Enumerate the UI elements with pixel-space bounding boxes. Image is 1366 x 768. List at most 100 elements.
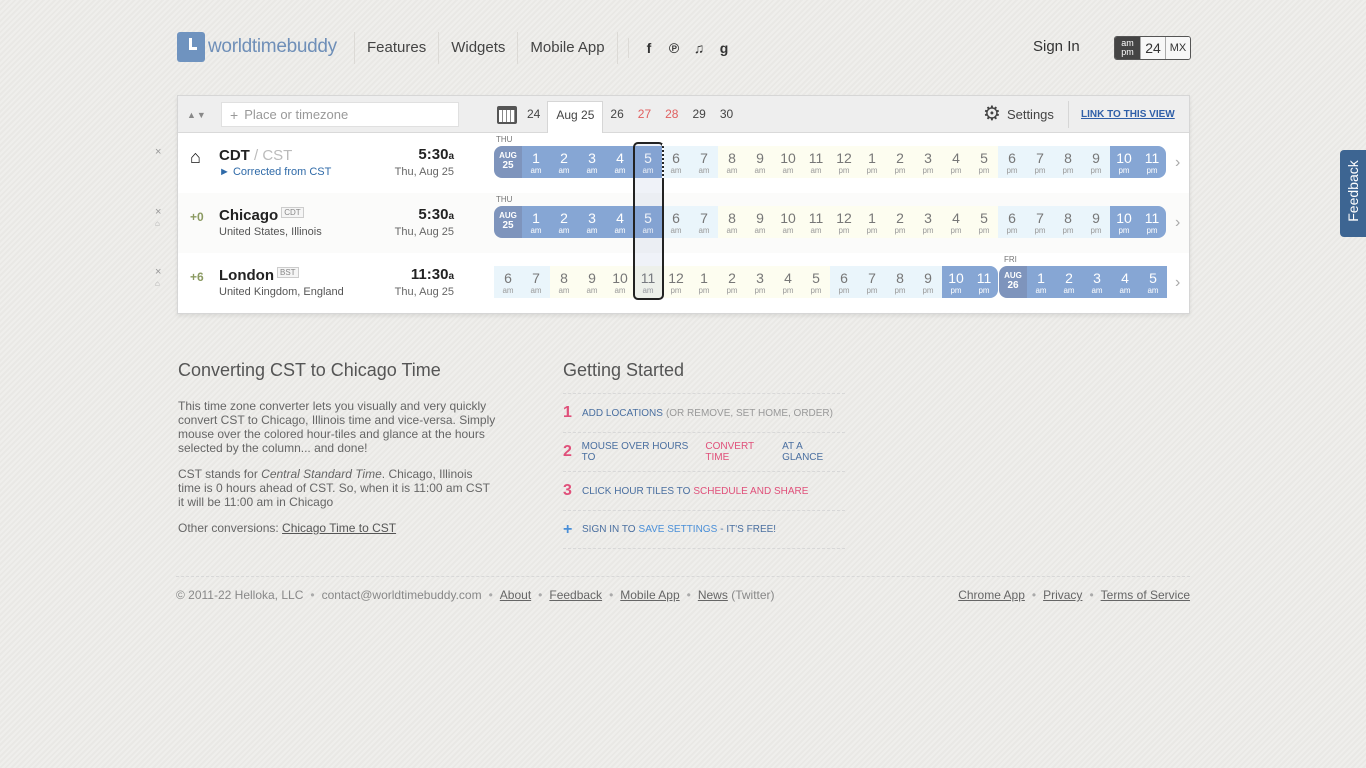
footer-privacy-link[interactable]: Privacy [1043,588,1082,602]
hour-tile[interactable]: 4 pm [942,146,970,178]
sign-in-link[interactable]: Sign In [1033,38,1080,55]
footer-about-link[interactable]: About [500,588,531,602]
step-sign-in[interactable]: + SIGN IN TO SAVE SETTINGS - IT'S FREE! [563,510,845,549]
hour-tile[interactable]: 6 pm [830,266,858,298]
hour-tile[interactable]: 7 pm [1026,206,1054,238]
hour-tile[interactable]: 11 pm [970,266,998,298]
hour-tile[interactable]: 11 pm [1138,146,1166,178]
hour-tile[interactable]: 5 pm [970,206,998,238]
hour-tile[interactable]: 4 pm [774,266,802,298]
date-tab[interactable]: 26 [603,101,630,133]
hour-tile[interactable]: 9 am [746,146,774,178]
mx-format-button[interactable]: MX [1165,37,1190,59]
hour-tile[interactable]: 10 pm [942,266,970,298]
hour-tile[interactable]: 12 pm [830,206,858,238]
hour-tile[interactable]: 1 pm [858,146,886,178]
date-tile[interactable]: AUG 25 [494,206,522,238]
step-add-locations[interactable]: 1 ADD LOCATIONS (OR REMOVE, SET HOME, ORDE… [563,393,845,432]
hour-tile[interactable]: 5 pm [970,146,998,178]
hour-tile[interactable]: 4 am [1111,266,1139,298]
footer-mobile-app-link[interactable]: Mobile App [620,588,679,602]
hour-tile[interactable]: 6 pm [998,146,1026,178]
chicago-to-cst-link[interactable]: Chicago Time to CST [282,521,396,535]
hour-tile[interactable]: 10 am [774,146,802,178]
hour-tile[interactable]: 3 pm [914,146,942,178]
footer-terms-link[interactable]: Terms of Service [1101,588,1190,602]
date-tab[interactable]: Aug 25 [547,101,604,133]
set-home-icon[interactable]: ⌂ [155,219,160,228]
hour-tile[interactable]: 8 pm [1054,146,1082,178]
hour-tile[interactable]: 10 pm [1110,146,1138,178]
hour-tile[interactable]: 9 pm [914,266,942,298]
footer-chrome-app-link[interactable]: Chrome App [958,588,1025,602]
hour-tile[interactable]: 11 am [802,206,830,238]
hour-tile[interactable]: 10 pm [1110,206,1138,238]
hour-tile[interactable]: 8 am [718,146,746,178]
remove-icon[interactable]: × [155,207,161,218]
date-tab[interactable]: 29 [685,101,712,133]
hour-tile[interactable]: 5 am [634,146,662,178]
hour-tile[interactable]: 11 pm [1138,206,1166,238]
logo[interactable]: worldtimebuddy [177,32,337,62]
hour-tile[interactable]: 6 pm [998,206,1026,238]
hour-tile[interactable]: 9 pm [1082,206,1110,238]
nav-mobile-app[interactable]: Mobile App [517,32,618,64]
location-search[interactable]: + [221,102,459,127]
hour-tile[interactable]: 4 am [606,206,634,238]
hour-tile[interactable]: 8 pm [1054,206,1082,238]
link-to-this-view[interactable]: LINK TO THIS VIEW [1068,101,1175,128]
footer-feedback-link[interactable]: Feedback [549,588,602,602]
hour-tile[interactable]: 2 am [550,146,578,178]
hour-tile[interactable]: 1 am [1027,266,1055,298]
hour-tile[interactable]: 7 pm [1026,146,1054,178]
hour-tile[interactable]: 8 am [718,206,746,238]
hour-tile[interactable]: 3 am [578,206,606,238]
step-convert-time[interactable]: 2 MOUSE OVER HOURS TO CONVERT TIME AT A GLA… [563,432,845,471]
hour-tile[interactable]: 11 am [634,266,662,298]
sort-arrows-icon[interactable]: ▲▼ [187,110,207,120]
date-tab[interactable]: 27 [631,101,658,133]
calendar-icon[interactable] [497,106,517,124]
hour-tile[interactable]: 8 pm [886,266,914,298]
hour-tile[interactable]: 3 pm [746,266,774,298]
chevron-right-icon[interactable]: › [1175,214,1180,232]
24h-format-button[interactable]: 24 [1140,37,1165,59]
hour-tile[interactable]: 1 am [522,206,550,238]
remove-icon[interactable]: × [155,267,161,278]
settings-button[interactable]: ⚙ Settings [983,104,1054,124]
feedback-tab[interactable]: Feedback [1340,150,1366,237]
hour-tile[interactable]: 9 pm [1082,146,1110,178]
hour-tile[interactable]: 5 am [634,206,662,238]
hour-tile[interactable]: 10 am [606,266,634,298]
hour-tile[interactable]: 1 pm [858,206,886,238]
remove-icon[interactable]: × [155,147,161,158]
hour-tile[interactable]: 3 am [1083,266,1111,298]
hour-tile[interactable]: 12 pm [662,266,690,298]
nav-features[interactable]: Features [354,32,438,64]
date-tile[interactable]: AUG 25 [494,146,522,178]
hour-tile[interactable]: 7 am [690,146,718,178]
hour-tile[interactable]: 10 am [774,206,802,238]
hour-tile[interactable]: 8 am [550,266,578,298]
hour-tile[interactable]: 2 pm [886,146,914,178]
chevron-right-icon[interactable]: › [1175,274,1180,292]
date-tab[interactable]: 28 [658,101,685,133]
hour-tile[interactable]: 7 am [522,266,550,298]
twitter-icon[interactable]: ♫ [691,40,707,56]
hour-tile[interactable]: 7 pm [858,266,886,298]
hour-tile[interactable]: 12 pm [830,146,858,178]
hour-tile[interactable]: 9 am [578,266,606,298]
hour-tile[interactable]: 6 am [662,146,690,178]
chevron-right-icon[interactable]: › [1175,154,1180,172]
corrected-note[interactable]: ► Corrected from CST [219,166,331,178]
hour-tile[interactable]: 2 pm [718,266,746,298]
hour-tile[interactable]: 4 am [606,146,634,178]
ampm-format-button[interactable]: am pm [1115,37,1140,59]
hour-tile[interactable]: 2 am [1055,266,1083,298]
hour-tile[interactable]: 2 pm [886,206,914,238]
facebook-icon[interactable]: f [641,40,657,56]
hour-tile[interactable]: 9 am [746,206,774,238]
hour-tile[interactable]: 1 pm [690,266,718,298]
hour-tile[interactable]: 5 pm [802,266,830,298]
hour-tile[interactable]: 1 am [522,146,550,178]
